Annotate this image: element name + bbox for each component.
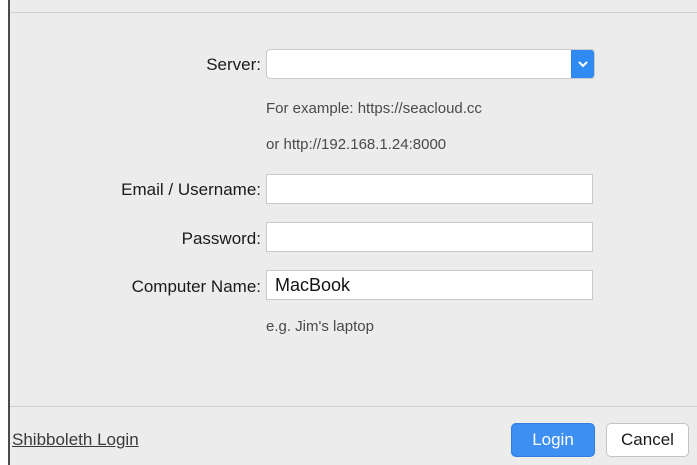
shibboleth-login-link[interactable]: Shibboleth Login	[12, 430, 139, 450]
email-label: Email / Username:	[121, 180, 261, 199]
cancel-button[interactable]: Cancel	[606, 423, 689, 457]
server-combobox[interactable]	[266, 49, 595, 79]
chevron-down-icon	[578, 60, 588, 67]
computer-name-hint: e.g. Jim's laptop	[266, 318, 374, 335]
server-label: Server:	[206, 55, 261, 74]
login-button[interactable]: Login	[511, 423, 595, 457]
top-divider	[10, 12, 697, 13]
footer-divider	[10, 406, 697, 407]
computer-name-field[interactable]	[266, 270, 593, 300]
server-hint-ip: or http://192.168.1.24:8000	[266, 136, 447, 153]
server-hint-example: For example: https://seacloud.cc	[266, 100, 482, 117]
computer-name-label: Computer Name:	[131, 277, 261, 296]
email-field[interactable]	[266, 174, 593, 204]
server-dropdown-button[interactable]	[571, 50, 594, 78]
login-dialog: Server: For example: https://seacloud.cc…	[8, 0, 697, 465]
password-label: Password:	[181, 229, 261, 248]
password-field[interactable]	[266, 222, 593, 252]
